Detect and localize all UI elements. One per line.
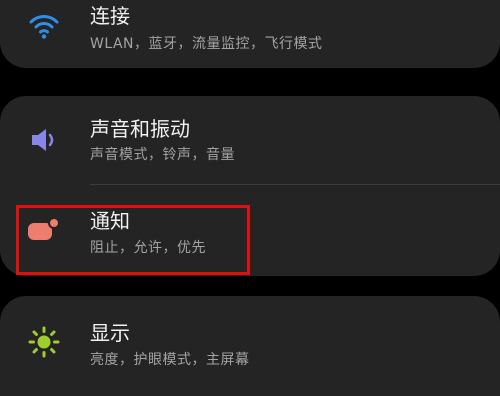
sun-icon [26,324,62,360]
wifi-icon [26,8,62,44]
settings-item-subtitle: 亮度，护眼模式，主屏幕 [90,352,250,368]
speaker-icon [26,122,62,158]
settings-item-connections[interactable]: 连接 WLAN，蓝牙，流量监控，飞行模式 [0,0,500,60]
highlight-box [16,205,250,275]
settings-item-title: 显示 [90,321,130,345]
settings-item-sound[interactable]: 声音和振动 声音模式，铃声，音量 [0,110,500,182]
settings-item-subtitle: 声音模式，铃声，音量 [90,147,235,163]
settings-item-display[interactable]: 显示 亮度，护眼模式，主屏幕 [0,310,500,375]
settings-item-title: 连接 [90,4,130,28]
settings-item-title: 声音和振动 [90,117,190,141]
divider [90,184,500,185]
settings-item-subtitle: WLAN，蓝牙，流量监控，飞行模式 [90,36,323,52]
